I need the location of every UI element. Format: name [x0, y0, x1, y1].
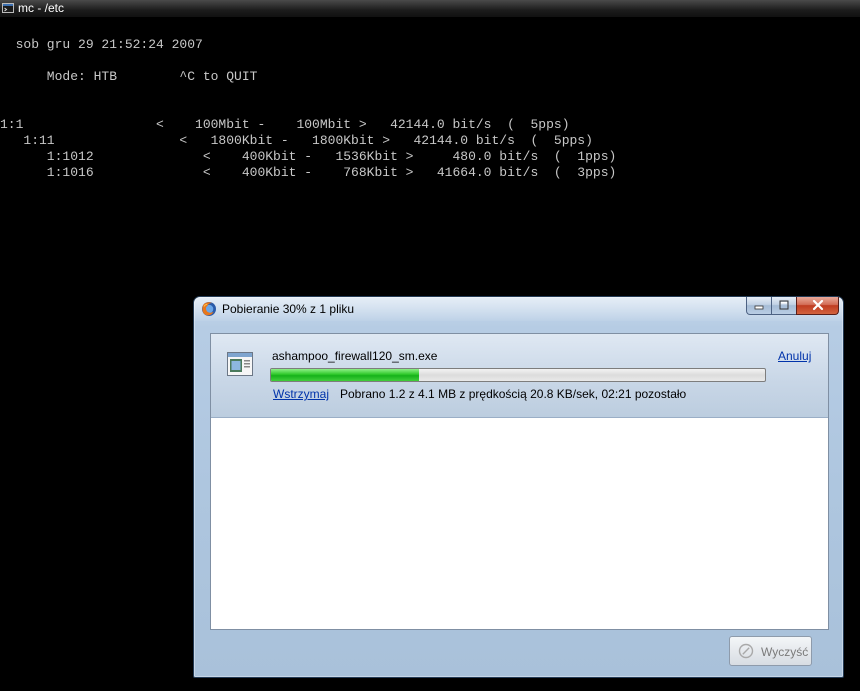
- close-button[interactable]: [796, 297, 839, 315]
- download-progress-bar: [270, 368, 766, 382]
- minimize-button[interactable]: [746, 297, 772, 315]
- download-list: ashampoo_firewall120_sm.exe Anuluj Wstrz…: [210, 333, 829, 630]
- close-icon: [812, 299, 823, 311]
- minimize-icon: [754, 305, 764, 310]
- cancel-link[interactable]: Anuluj: [778, 349, 811, 363]
- download-item[interactable]: ashampoo_firewall120_sm.exe Anuluj Wstrz…: [211, 334, 828, 418]
- console-line-class-1-1012: 1:1012 < 400Kbit - 1536Kbit > 480.0 bit/…: [0, 149, 617, 164]
- clear-button-label: Wyczyść: [761, 645, 809, 659]
- download-dialog: Pobieranie 30% z 1 pliku ashampoo_firewa…: [193, 296, 844, 678]
- dialog-title: Pobieranie 30% z 1 pliku: [222, 302, 355, 316]
- console-line-mode: Mode: HTB ^C to QUIT: [0, 69, 258, 84]
- download-status: Pobrano 1.2 z 4.1 MB z prędkością 20.8 K…: [340, 387, 687, 401]
- pause-link[interactable]: Wstrzymaj: [273, 387, 329, 401]
- executable-file-icon: [227, 352, 253, 376]
- console-line-class-1-1: 1:1 < 100Mbit - 100Mbit > 42144.0 bit/s …: [0, 117, 570, 132]
- download-progress-fill: [271, 369, 420, 381]
- download-file-name: ashampoo_firewall120_sm.exe: [272, 349, 438, 363]
- dialog-titlebar[interactable]: Pobieranie 30% z 1 pliku: [194, 297, 843, 321]
- terminal-icon: [2, 3, 14, 13]
- maximize-button[interactable]: [771, 297, 797, 315]
- console-line-class-1-11: 1:11 < 1800Kbit - 1800Kbit > 42144.0 bit…: [0, 133, 593, 148]
- maximize-icon: [779, 300, 789, 310]
- console-window-title: mc - /etc: [18, 1, 65, 15]
- clear-icon: [738, 643, 754, 659]
- firefox-icon: [202, 302, 216, 316]
- clear-button[interactable]: Wyczyść: [729, 636, 812, 666]
- console-line-class-1-1016: 1:1016 < 400Kbit - 768Kbit > 41664.0 bit…: [0, 165, 617, 180]
- console-line-date: sob gru 29 21:52:24 2007: [0, 37, 203, 52]
- console-titlebar[interactable]: mc - /etc: [0, 0, 860, 18]
